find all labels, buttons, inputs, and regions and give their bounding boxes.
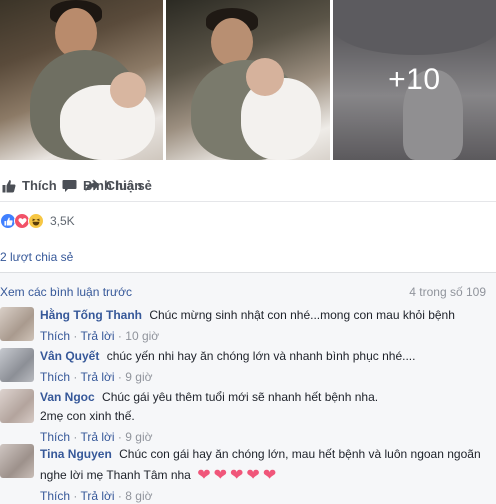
reactions-count: 3,5K xyxy=(50,214,75,228)
commenter-name[interactable]: Hằng Tống Thanh xyxy=(40,308,142,322)
separator: · xyxy=(73,430,78,444)
comment-reply-link[interactable]: Trả lời xyxy=(80,489,114,503)
comments-section: Xem các bình luận trước 4 trong số 109 H… xyxy=(0,273,496,504)
heart-icon: ❤ xyxy=(246,466,260,484)
comment-text-line-2: 2mẹ con xinh thế. xyxy=(40,409,135,423)
commenter-name[interactable]: Van Ngoc xyxy=(40,390,95,404)
speech-bubble-icon xyxy=(62,179,77,192)
comment-body: Tina Nguyen Chúc con gái hay ăn chóng lớ… xyxy=(40,444,490,504)
comment-reply-link[interactable]: Trả lời xyxy=(80,430,114,444)
comment-meta: Thích · Trả lời · 9 giờ xyxy=(40,369,490,385)
comment-time[interactable]: 8 giờ xyxy=(125,489,152,503)
comment-text: chúc yến nhi hay ăn chóng lớn và nhanh b… xyxy=(106,349,416,363)
like-label: Thích xyxy=(22,178,57,193)
separator: · xyxy=(73,489,78,503)
separator: · xyxy=(117,430,122,444)
comment-like-link[interactable]: Thích xyxy=(40,430,70,444)
comment-text: Chúc mừng sinh nhật con nhé...mong con m… xyxy=(149,308,455,322)
comment-time[interactable]: 9 giờ xyxy=(125,430,152,444)
comment-body: Hằng Tống Thanh Chúc mừng sinh nhật con … xyxy=(40,307,490,344)
comment-reply-link[interactable]: Trả lời xyxy=(80,370,114,384)
avatar[interactable] xyxy=(0,389,34,423)
comment-like-link[interactable]: Thích xyxy=(40,489,70,503)
commenter-name[interactable]: Vân Quyết xyxy=(40,349,99,363)
comment-time[interactable]: 10 giờ xyxy=(125,329,159,343)
comment-like-link[interactable]: Thích xyxy=(40,370,70,384)
comment-meta: Thích · Trả lời · 8 giờ xyxy=(40,488,490,504)
view-previous-comments-link[interactable]: Xem các bình luận trước xyxy=(0,285,132,299)
comment-time[interactable]: 9 giờ xyxy=(125,370,152,384)
comment-label: Bình luận xyxy=(83,178,143,193)
comment-meta: Thích · Trả lời · 10 giờ xyxy=(40,328,490,344)
comments-count: 4 trong số 109 xyxy=(409,285,486,299)
hearts-emoji-group: ❤ ❤ ❤ ❤ ❤ xyxy=(197,466,277,484)
reactions-summary[interactable]: 3,5K xyxy=(0,208,75,234)
comment-meta: Thích · Trả lời · 9 giờ xyxy=(40,429,490,445)
like-button[interactable]: Thích xyxy=(2,178,57,193)
more-photos-count: +10 xyxy=(388,63,441,96)
comment-body: Vân Quyết chúc yến nhi hay ăn chóng lớn … xyxy=(40,348,490,385)
photo-grid: +10 xyxy=(0,0,496,160)
separator: · xyxy=(117,489,122,503)
photo-3[interactable]: +10 xyxy=(332,0,496,160)
comment-body: Van Ngoc Chúc gái yêu thêm tuổi mới sẽ n… xyxy=(40,389,490,445)
separator: · xyxy=(73,329,78,343)
heart-icon: ❤ xyxy=(262,466,277,484)
photo-2[interactable] xyxy=(166,0,330,160)
photo-2-figure xyxy=(211,18,254,66)
comment-text: Chúc gái yêu thêm tuổi mới sẽ nhanh hết … xyxy=(102,390,379,404)
heart-icon: ❤ xyxy=(213,466,228,484)
comment-reply-link[interactable]: Trả lời xyxy=(80,329,114,343)
heart-icon: ❤ xyxy=(197,466,211,484)
separator: · xyxy=(73,370,78,384)
comment-like-link[interactable]: Thích xyxy=(40,329,70,343)
thumbs-up-icon xyxy=(2,179,16,192)
comment-button[interactable]: Bình luận xyxy=(62,178,496,193)
heart-icon: ❤ xyxy=(230,466,244,484)
photo-1-figure xyxy=(110,72,146,108)
shares-count-link[interactable]: 2 lượt chia sẻ xyxy=(0,250,73,264)
more-photos-overlay[interactable]: +10 xyxy=(332,0,496,160)
separator: · xyxy=(117,370,122,384)
haha-reaction-icon xyxy=(28,213,44,229)
post-action-bar: Thích Bình luận Chia sẻ xyxy=(0,170,496,202)
avatar[interactable] xyxy=(0,307,34,341)
photo-1[interactable] xyxy=(0,0,164,160)
commenter-name[interactable]: Tina Nguyen xyxy=(40,447,112,461)
avatar[interactable] xyxy=(0,348,34,382)
separator: · xyxy=(117,329,122,343)
avatar[interactable] xyxy=(0,444,34,478)
